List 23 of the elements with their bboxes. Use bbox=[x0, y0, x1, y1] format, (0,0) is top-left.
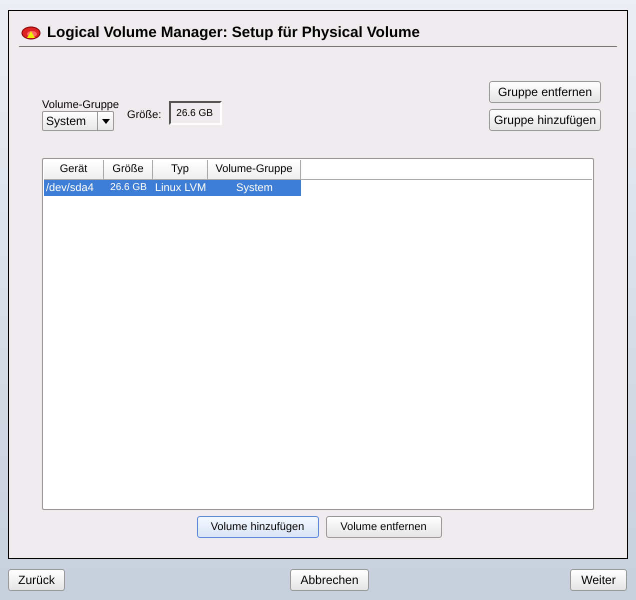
column-header[interactable]: Gerät bbox=[44, 160, 104, 179]
column-header[interactable]: Volume-Gruppe bbox=[208, 160, 301, 179]
size-field: 26.6 GB bbox=[169, 101, 222, 125]
cancel-button[interactable]: Abbrechen bbox=[290, 569, 369, 591]
window-title: Logical Volume Manager: Setup für Physical Volume bbox=[47, 22, 420, 43]
volume-group-dropdown[interactable]: System bbox=[42, 111, 114, 131]
group-button[interactable]: Gruppe hinzufügen bbox=[489, 109, 601, 131]
back-button[interactable]: Zurück bbox=[8, 569, 65, 591]
volume-group-label: Volume-Gruppe bbox=[42, 99, 120, 111]
group-button[interactable]: Gruppe entfernen bbox=[489, 81, 601, 103]
column-header[interactable]: Größe bbox=[104, 160, 153, 179]
table-row[interactable]: /dev/sda4 26.6 GB Linux LVM System bbox=[44, 180, 301, 196]
table-cell-text: System bbox=[235, 181, 274, 196]
table-cell-text: 26.6 GB bbox=[109, 181, 148, 195]
volume-button[interactable]: Volume entfernen bbox=[326, 516, 442, 538]
size-label: Größe: bbox=[127, 108, 162, 122]
disk-icon bbox=[21, 26, 41, 40]
table-cell-text: Linux LVM bbox=[154, 181, 208, 196]
column-header[interactable]: Typ bbox=[153, 160, 208, 179]
table-cell-text: /dev/sda4 bbox=[45, 181, 95, 196]
caret-icon bbox=[102, 118, 110, 124]
next-button[interactable]: Weiter bbox=[570, 569, 627, 591]
volume-button[interactable]: Volume hinzufügen bbox=[196, 516, 318, 538]
